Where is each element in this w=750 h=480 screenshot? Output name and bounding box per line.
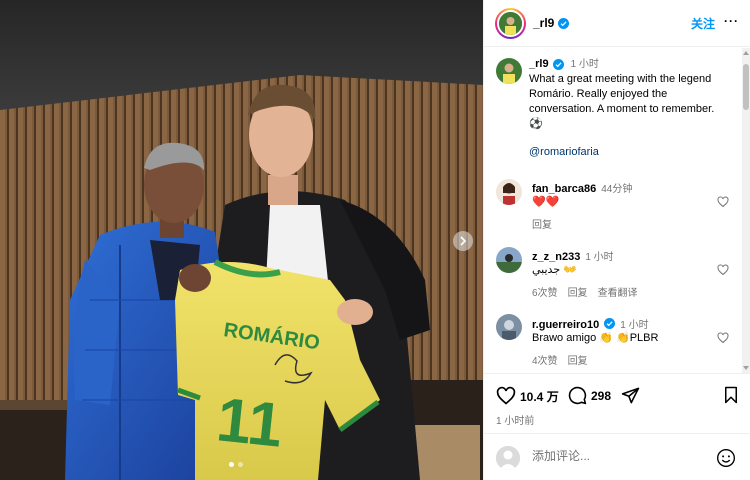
- share-button[interactable]: [621, 386, 640, 405]
- caption: _rl9 1 小时 What a great meeting with the …: [529, 57, 729, 160]
- comment-avatar[interactable]: [496, 179, 522, 205]
- share-paper-plane-icon: [621, 387, 640, 404]
- slide-dot: [238, 462, 243, 467]
- post-timestamp: 1 小时前: [496, 416, 535, 427]
- reply-button[interactable]: 回复: [532, 216, 552, 231]
- verified-badge-icon: [552, 59, 564, 70]
- comment-like-heart-icon[interactable]: [717, 196, 729, 208]
- emoji-smiley-icon[interactable]: [716, 448, 736, 468]
- comment-time: 44分钟: [601, 184, 633, 195]
- comments-scrollbar[interactable]: [742, 48, 750, 373]
- comment-header: fan_barca86 44分钟: [532, 180, 632, 195]
- comment-avatar[interactable]: [496, 247, 522, 273]
- scroll-up-arrow-icon[interactable]: [743, 51, 749, 55]
- scrollbar-thumb[interactable]: [743, 64, 749, 110]
- verified-badge-icon: [558, 17, 570, 29]
- bookmark-icon: [725, 386, 737, 404]
- caption-avatar[interactable]: [496, 58, 522, 84]
- caption-time: 1 小时: [570, 59, 599, 70]
- comment-text: Brawo amigo 👏 👏PLBR: [532, 332, 659, 344]
- scroll-down-arrow-icon[interactable]: [743, 366, 749, 370]
- next-slide-button[interactable]: [453, 231, 473, 251]
- comment-actions: 回复: [532, 216, 552, 231]
- save-button[interactable]: [723, 386, 739, 404]
- post-header: _rl9 关注 ···: [484, 0, 750, 47]
- comment-header: z_z_n233 1 小时: [532, 248, 614, 263]
- author-avatar[interactable]: [495, 8, 526, 39]
- chevron-right-icon: [460, 236, 467, 246]
- comment-username[interactable]: z_z_n233: [532, 251, 580, 263]
- comment-actions: 6次赞 回复 查看翻译: [532, 284, 638, 299]
- post-action-bar: 10.4 万 298 1 小时前: [484, 373, 750, 433]
- comment-text: جديبي 👐: [532, 264, 577, 276]
- caption-username[interactable]: _rl9: [529, 57, 549, 72]
- comment-bubble-icon: [568, 386, 587, 405]
- comment-username[interactable]: fan_barca86: [532, 183, 596, 195]
- comment-time: 1 小时: [620, 320, 649, 331]
- comment-text: ❤️❤️: [532, 196, 560, 208]
- more-options-button[interactable]: ···: [724, 14, 739, 28]
- comment-actions: 4次赞 回复: [532, 352, 588, 367]
- jersey-number: 11: [214, 385, 286, 460]
- comment-likes-count[interactable]: 6次赞: [532, 284, 558, 299]
- mention-link[interactable]: @romariofaria: [529, 145, 729, 160]
- post-panel: _rl9 关注 ··· _rl9 1 小时 What a great meeti…: [483, 0, 750, 480]
- heart-icon: [496, 386, 516, 405]
- current-user-avatar: [496, 446, 520, 470]
- like-button[interactable]: 10.4 万: [496, 386, 559, 406]
- slide-indicator: [229, 462, 243, 467]
- comment-like-heart-icon[interactable]: [717, 264, 729, 276]
- photo-image: ROMÁRIO 11: [0, 0, 483, 480]
- comment-username[interactable]: r.guerreiro10: [532, 319, 599, 331]
- follow-button[interactable]: 关注: [691, 15, 715, 32]
- likes-count: 10.4 万: [520, 389, 559, 404]
- reply-button[interactable]: 回复: [568, 284, 588, 299]
- caption-text: What a great meeting with the legend Rom…: [529, 73, 715, 130]
- see-translation-button[interactable]: 查看翻译: [598, 284, 638, 299]
- comment-input[interactable]: [532, 449, 712, 463]
- comment-header: r.guerreiro10 1 小时: [532, 316, 649, 331]
- comments-list[interactable]: _rl9 1 小时 What a great meeting with the …: [484, 48, 750, 373]
- comment-button[interactable]: 298: [568, 386, 611, 405]
- comment-avatar[interactable]: [496, 314, 522, 340]
- comment-likes-count[interactable]: 4次赞: [532, 352, 558, 367]
- post-photo[interactable]: ROMÁRIO 11: [0, 0, 483, 480]
- comment-input-bar: [484, 433, 750, 480]
- slide-dot: [229, 462, 234, 467]
- verified-badge-icon: [604, 318, 616, 329]
- comment-like-heart-icon[interactable]: [717, 332, 729, 344]
- comments-count: 298: [591, 388, 612, 403]
- author-username-link[interactable]: _rl9: [533, 16, 570, 30]
- comment-time: 1 小时: [585, 252, 614, 263]
- author-username: _rl9: [533, 16, 555, 30]
- reply-button[interactable]: 回复: [568, 352, 588, 367]
